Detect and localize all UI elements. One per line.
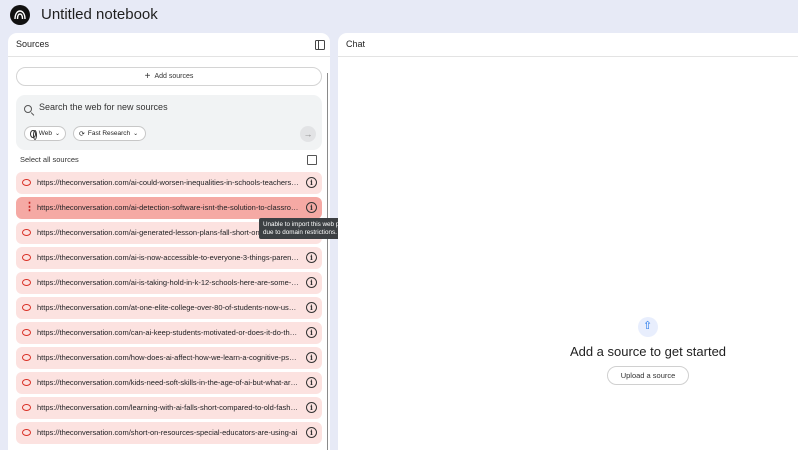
chat-empty-state: Add a source to get started Upload a sou… xyxy=(338,33,798,450)
source-url: https://theconversation.com/how-does-ai-… xyxy=(37,353,299,362)
web-source-dropdown[interactable]: Web ⌄ xyxy=(24,126,66,141)
source-url: https://theconversation.com/can-ai-keep-… xyxy=(37,328,299,337)
web-source-icon xyxy=(22,179,31,186)
info-icon[interactable]: i xyxy=(306,327,317,338)
sources-panel: Sources + Add sources Search the web for… xyxy=(8,33,330,450)
info-icon[interactable]: i xyxy=(306,277,317,288)
source-item[interactable]: https://theconversation.com/can-ai-keep-… xyxy=(16,322,322,344)
chevron-down-icon: ⌄ xyxy=(133,131,139,137)
globe-icon xyxy=(30,129,37,140)
empty-state-title: Add a source to get started xyxy=(569,344,727,359)
source-item[interactable]: https://theconversation.com/ai-is-now-ac… xyxy=(16,247,322,269)
source-url: https://theconversation.com/kids-need-so… xyxy=(37,378,299,387)
select-all-label: Select all sources xyxy=(20,155,79,164)
web-source-icon xyxy=(22,404,31,411)
top-bar: Untitled notebook xyxy=(0,0,798,32)
select-all-checkbox[interactable] xyxy=(307,155,317,165)
scrollbar[interactable] xyxy=(327,73,328,450)
web-source-icon xyxy=(22,229,31,236)
chat-panel: Chat Add a source to get started Upload … xyxy=(338,33,798,450)
search-icon xyxy=(24,105,32,113)
add-sources-button[interactable]: + Add sources xyxy=(16,67,322,86)
upload-source-button[interactable]: Upload a source xyxy=(607,366,689,385)
upload-icon xyxy=(638,317,658,337)
info-icon[interactable]: i xyxy=(306,202,317,213)
source-url: https://theconversation.com/short-on-res… xyxy=(37,428,298,437)
research-chip-label: Fast Research xyxy=(87,130,131,137)
web-source-icon xyxy=(22,254,31,261)
source-item[interactable]: https://theconversation.com/at-one-elite… xyxy=(16,297,322,319)
source-item[interactable]: https://theconversation.com/ai-could-wor… xyxy=(16,172,322,194)
info-icon[interactable]: i xyxy=(306,302,317,313)
sources-header: Sources xyxy=(8,33,330,57)
web-chip-label: Web xyxy=(38,130,52,137)
submit-search-button[interactable]: → xyxy=(300,126,316,142)
more-options-icon[interactable] xyxy=(24,200,35,213)
source-url: https://theconversation.com/at-one-elite… xyxy=(37,303,299,312)
collapse-panel-icon[interactable] xyxy=(315,40,325,50)
chevron-down-icon: ⌄ xyxy=(54,131,60,137)
web-source-icon xyxy=(22,279,31,286)
info-icon[interactable]: i xyxy=(306,177,317,188)
source-url: https://theconversation.com/ai-is-taking… xyxy=(37,278,299,287)
web-source-icon xyxy=(22,329,31,336)
notebook-logo-icon[interactable] xyxy=(10,5,30,25)
source-item[interactable]: https://theconversation.com/how-does-ai-… xyxy=(16,347,322,369)
info-icon[interactable]: i xyxy=(306,252,317,263)
source-item[interactable]: https://theconversation.com/short-on-res… xyxy=(16,422,322,444)
search-input[interactable]: Search the web for new sources xyxy=(39,102,168,112)
plus-icon: + xyxy=(144,70,151,82)
web-source-icon xyxy=(22,354,31,361)
arrow-right-icon: → xyxy=(303,129,313,139)
web-source-icon xyxy=(22,304,31,311)
add-sources-label: Add sources xyxy=(154,73,194,80)
research-icon: ⟳ xyxy=(79,130,85,138)
info-icon[interactable]: i xyxy=(306,352,317,363)
source-item[interactable]: https://theconversation.com/learning-wit… xyxy=(16,397,322,419)
notebook-title[interactable]: Untitled notebook xyxy=(41,6,158,23)
source-item[interactable]: https://theconversation.com/kids-need-so… xyxy=(16,372,322,394)
info-icon[interactable]: i xyxy=(306,377,317,388)
source-url: https://theconversation.com/ai-is-now-ac… xyxy=(37,253,299,262)
info-icon[interactable]: i xyxy=(306,402,317,413)
research-mode-dropdown[interactable]: ⟳ Fast Research ⌄ xyxy=(73,126,146,141)
info-icon[interactable]: i xyxy=(306,427,317,438)
source-url: https://theconversation.com/ai-could-wor… xyxy=(37,178,299,187)
source-url: https://theconversation.com/learning-wit… xyxy=(37,403,299,412)
web-search-box: Search the web for new sources Web ⌄ ⟳ F… xyxy=(16,95,322,150)
sources-title: Sources xyxy=(16,39,50,49)
web-source-icon xyxy=(22,429,31,436)
web-source-icon xyxy=(22,379,31,386)
source-item[interactable]: https://theconversation.com/ai-is-taking… xyxy=(16,272,322,294)
source-url: https://theconversation.com/ai-detection… xyxy=(37,203,299,212)
source-item[interactable]: https://theconversation.com/ai-detection… xyxy=(16,197,322,219)
